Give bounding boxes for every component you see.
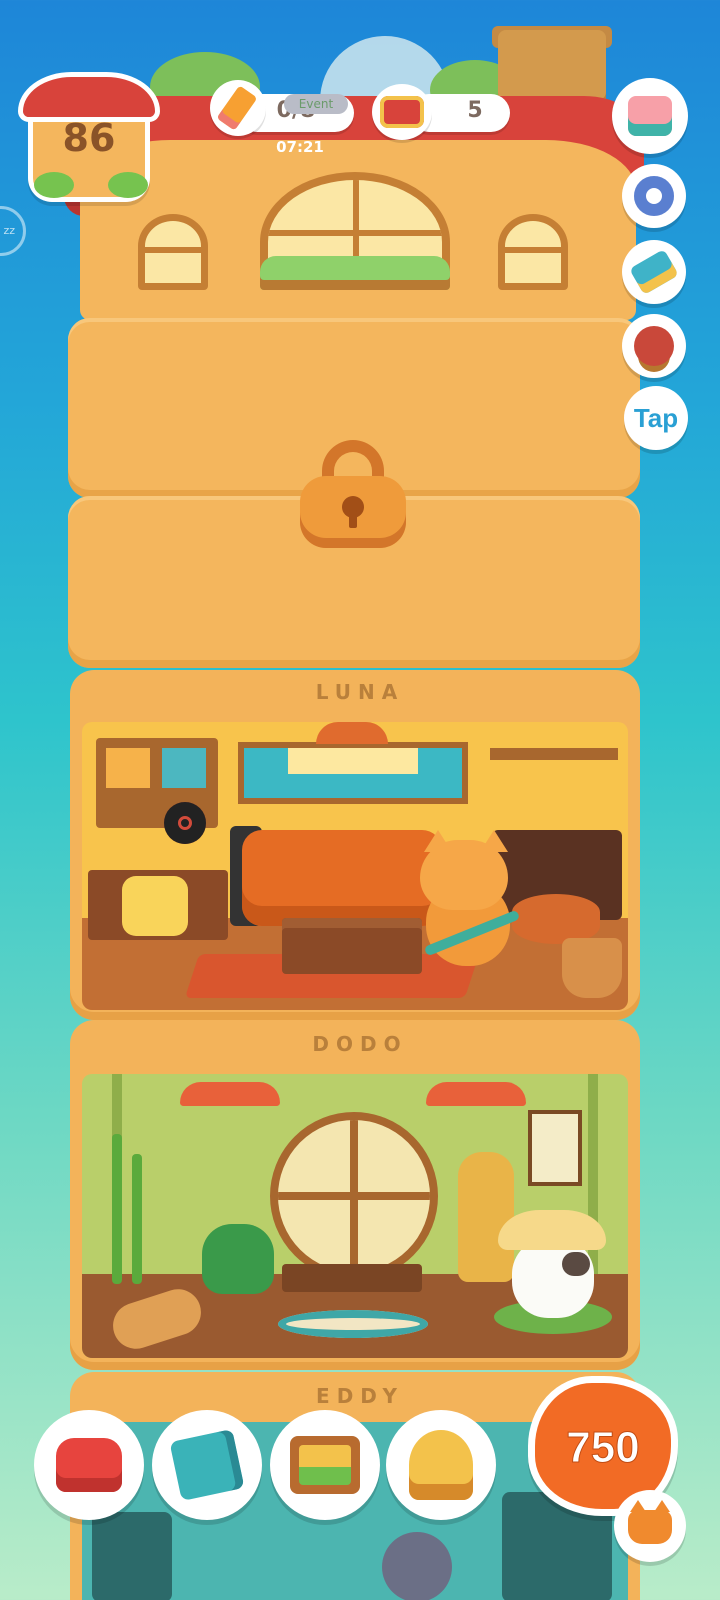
sofa bbox=[242, 830, 442, 926]
achievements-button[interactable] bbox=[386, 1410, 496, 1520]
cats-button[interactable] bbox=[614, 1490, 686, 1562]
cat-food-can-icon bbox=[372, 84, 432, 140]
coffee-table bbox=[282, 918, 422, 974]
bamboo bbox=[132, 1154, 142, 1284]
paw-book-icon bbox=[169, 1429, 245, 1501]
wall-art bbox=[106, 748, 150, 788]
stamp-icon bbox=[634, 326, 674, 366]
level-bush bbox=[34, 172, 74, 198]
sleep-indicator[interactable]: zz bbox=[0, 206, 26, 256]
floor-name-dodo: DODO bbox=[312, 1032, 408, 1056]
gift-icon bbox=[628, 96, 672, 136]
cat-eddy[interactable] bbox=[382, 1532, 452, 1600]
paper-lantern bbox=[180, 1082, 280, 1106]
house-level-value: 86 bbox=[62, 116, 116, 160]
drum bbox=[562, 938, 622, 998]
cat-patch bbox=[562, 1252, 590, 1276]
picture-frame-icon bbox=[290, 1436, 360, 1494]
house-level-badge[interactable]: 86 bbox=[18, 72, 160, 202]
cat-luna[interactable] bbox=[420, 840, 508, 910]
can-count: 5 bbox=[467, 98, 483, 123]
tap-button[interactable]: Tap bbox=[624, 386, 688, 450]
trophy-icon bbox=[409, 1430, 473, 1500]
low-bench bbox=[282, 1264, 422, 1292]
event-tag: Event bbox=[284, 94, 348, 114]
office-chair bbox=[122, 876, 188, 936]
room-window bbox=[238, 742, 468, 804]
ceiling-lamp bbox=[316, 722, 388, 744]
round-rug bbox=[278, 1310, 428, 1338]
coin-balance: 750 bbox=[566, 1423, 640, 1473]
cat-face-icon bbox=[628, 1500, 672, 1544]
catalog-button[interactable] bbox=[152, 1410, 262, 1520]
level-bush bbox=[108, 172, 148, 198]
attic-window-right bbox=[498, 214, 568, 290]
decorate-button[interactable] bbox=[622, 240, 686, 304]
furniture-button[interactable] bbox=[34, 1410, 144, 1520]
settings-button[interactable] bbox=[622, 164, 686, 228]
album-button[interactable] bbox=[270, 1410, 380, 1520]
attic-window-left bbox=[138, 214, 208, 290]
gift-button[interactable] bbox=[612, 78, 688, 154]
cat-dodo[interactable] bbox=[512, 1238, 594, 1318]
furniture bbox=[92, 1512, 172, 1600]
lock-icon[interactable] bbox=[300, 440, 406, 548]
level-roof bbox=[18, 72, 160, 122]
armchair-icon bbox=[56, 1438, 122, 1492]
paint-roller-icon bbox=[629, 249, 679, 295]
round-window bbox=[270, 1112, 438, 1280]
gear-icon bbox=[634, 176, 674, 216]
vinyl-record bbox=[164, 802, 206, 844]
wall-shelf bbox=[490, 748, 618, 760]
event-timer: 07:21 bbox=[276, 138, 324, 156]
straw-figure bbox=[458, 1152, 514, 1282]
bamboo bbox=[112, 1134, 122, 1284]
room-dodo[interactable] bbox=[82, 1074, 628, 1358]
hanging-scroll bbox=[528, 1110, 582, 1186]
pencil-icon bbox=[210, 80, 266, 136]
floor-name-luna: LUNA bbox=[315, 680, 405, 704]
green-vase bbox=[202, 1224, 274, 1294]
room-luna[interactable] bbox=[82, 722, 628, 1010]
stamp-button[interactable] bbox=[622, 314, 686, 378]
ottoman bbox=[512, 894, 600, 944]
straw-hat bbox=[498, 1210, 606, 1250]
flower-box bbox=[260, 256, 450, 290]
paper-lantern bbox=[426, 1082, 526, 1106]
wall-art bbox=[162, 748, 206, 788]
